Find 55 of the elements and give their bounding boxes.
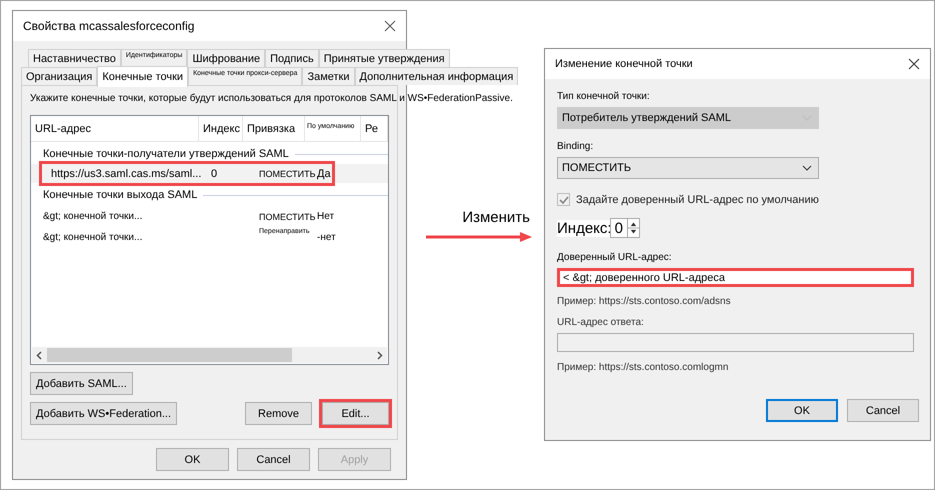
window-title: Свойства mcassalesforceconfig: [23, 19, 194, 33]
table-cell: &gt; конечной точки...: [43, 232, 142, 243]
endpoint-row[interactable]: https://us3.saml.cas.ms/saml... 0 ПОМЕСТИТЬ Да: [31, 164, 388, 183]
tab[interactable]: Подпись: [265, 49, 319, 67]
dialog-button[interactable]: Remove: [245, 402, 312, 425]
dialog-button[interactable]: Edit...: [322, 402, 389, 425]
table-cell: 0: [211, 168, 218, 180]
table-cell: &gt; конечной точки...: [43, 211, 142, 222]
tab[interactable]: Конечные точки: [97, 66, 188, 87]
add-saml-button[interactable]: Добавить SAML...: [30, 372, 133, 395]
table-cell: https://us3.saml.cas.ms/saml...: [51, 168, 202, 180]
tab[interactable]: Наставничество: [28, 49, 121, 67]
add-ws-federation-button[interactable]: Добавить WS•Federation...: [30, 402, 177, 425]
column-header[interactable]: Ре: [361, 116, 388, 141]
instruction-text: Укажите конечные точки, которые будут использоваться для протоколов SAML и WS•FederationPassive.: [30, 92, 513, 105]
column-header[interactable]: Привязка: [243, 116, 305, 141]
horizontal-scrollbar[interactable]: [32, 347, 387, 363]
field-label: Тип конечной точки:: [557, 91, 650, 102]
group-header: Конечные точки выхода SAML: [43, 189, 198, 201]
dialog-button[interactable]: Cancel: [847, 399, 919, 422]
example-text: Пример: https://sts.contoso.comlogmn: [557, 362, 728, 373]
trusted-url-field[interactable]: < &gt; доверенного URL-адреса: [557, 268, 914, 287]
table-cell: Нет: [317, 211, 334, 222]
binding-dropdown[interactable]: ПОМЕСТИТЬ: [557, 157, 819, 179]
scroll-left-icon[interactable]: [36, 350, 43, 360]
column-header[interactable]: Индекс: [199, 116, 243, 141]
arrow-icon: [426, 232, 532, 242]
tab[interactable]: Дополнительная информация: [354, 67, 518, 85]
window-title: Изменение конечной точки: [555, 58, 693, 70]
field-label: Доверенный URL-адрес:: [557, 252, 672, 263]
tab[interactable]: Заметки: [302, 67, 355, 85]
index-spinner[interactable]: 0: [610, 218, 640, 238]
dialog-button[interactable]: Cancel: [237, 448, 310, 471]
example-text: Пример: https://sts.contoso.com/adsns: [557, 296, 731, 307]
checkbox-label: Задайте доверенный URL-адрес по умолчанию: [576, 194, 819, 206]
field-label: URL-адрес ответа:: [557, 317, 644, 328]
arrow-label: Изменить: [462, 209, 530, 226]
field-label: Binding:: [557, 141, 594, 152]
table-cell: ПОМЕСТИТЬ: [259, 212, 316, 222]
close-icon[interactable]: [384, 20, 396, 32]
table-cell: ПОМЕСТИТЬ: [259, 168, 316, 178]
table-cell: Да: [317, 168, 331, 180]
tab[interactable]: Организация: [21, 67, 98, 85]
caret-icon[interactable]: [802, 165, 812, 171]
endpoint-row[interactable]: &gt; конечной точки... ПОМЕСТИТЬ Нет: [31, 207, 388, 226]
table-cell: -нет: [317, 232, 336, 243]
column-header[interactable]: URL-адрес: [31, 116, 199, 141]
group-header: Конечные точки-получатели утверждений SAML: [43, 148, 289, 160]
tab[interactable]: Принятые утверждения: [318, 49, 450, 67]
scroll-right-icon[interactable]: [376, 350, 383, 360]
dialog-button[interactable]: OK: [766, 399, 838, 422]
index-label: Индекс:: [557, 220, 612, 236]
dialog-button[interactable]: OK: [156, 448, 229, 471]
tab[interactable]: Шифрование: [187, 49, 266, 67]
close-icon[interactable]: [908, 58, 920, 70]
